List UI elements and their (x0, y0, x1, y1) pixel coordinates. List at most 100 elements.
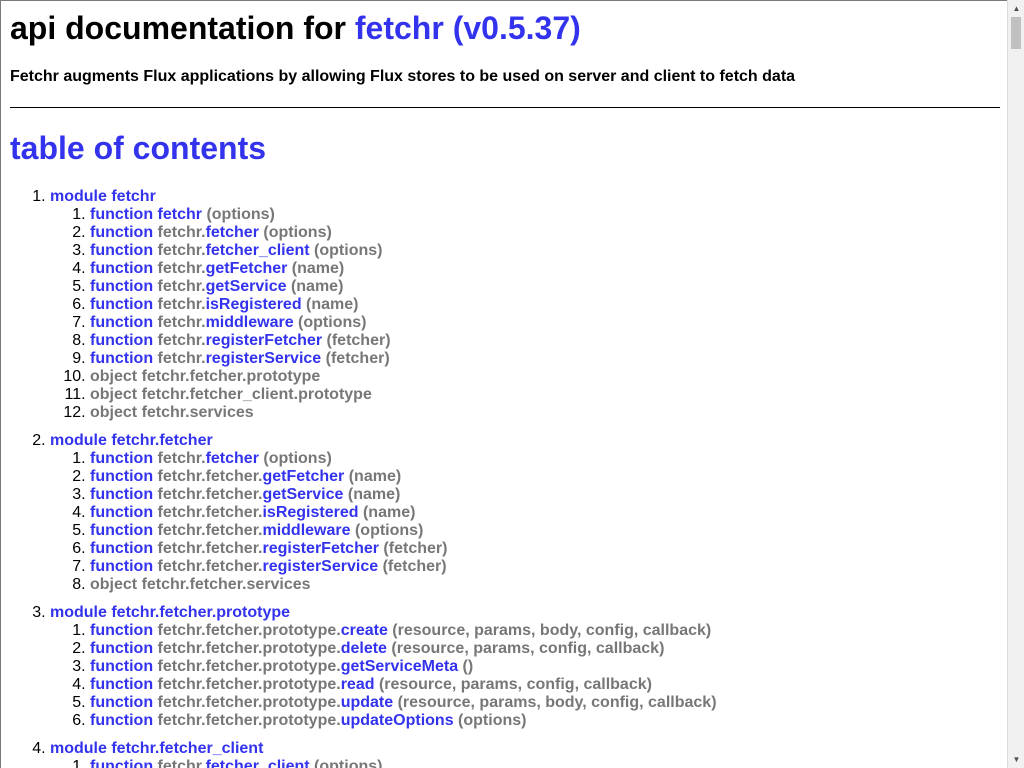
function-namespace: fetchr.fetcher.prototype. (157, 676, 341, 693)
function-signature: (resource, params, config, callback) (374, 676, 652, 693)
function-keyword: function (90, 504, 154, 521)
function-link[interactable]: function fetchr.registerService (fetcher… (90, 350, 390, 367)
function-name: registerFetcher (205, 332, 323, 349)
object-link[interactable]: object fetchr.fetcher.services (90, 576, 311, 593)
function-keyword: function (90, 758, 154, 768)
function-link[interactable]: function fetchr.registerFetcher (fetcher… (90, 332, 391, 349)
function-link[interactable]: function fetchr.fetcher.prototype.update… (90, 712, 526, 729)
function-signature: (fetcher) (378, 540, 448, 557)
function-namespace: fetchr.fetcher. (157, 522, 263, 539)
scroll-thumb[interactable] (1011, 17, 1021, 49)
toc-member-item: function fetchr.middleware (options) (90, 314, 1007, 332)
function-keyword: function (90, 296, 154, 313)
function-name: getFetcher (205, 260, 288, 277)
function-keyword: function (90, 640, 154, 657)
toc-member-item: function fetchr.fetcher_client (options) (90, 242, 1007, 260)
function-keyword: function (90, 540, 154, 557)
toc-member-item: function fetchr.fetcher.middleware (opti… (90, 522, 1007, 540)
function-link[interactable]: function fetchr.middleware (options) (90, 314, 366, 331)
function-link[interactable]: function fetchr (options) (90, 206, 275, 223)
function-name: read (340, 676, 375, 693)
function-keyword: function (90, 332, 154, 349)
function-link[interactable]: function fetchr.fetcher.middleware (opti… (90, 522, 423, 539)
toc-member-item: function fetchr.fetcher.prototype.create… (90, 622, 1007, 640)
function-namespace: fetchr.fetcher.prototype. (157, 658, 341, 675)
module-link[interactable]: module fetchr.fetcher (50, 432, 213, 449)
function-signature: (fetcher) (322, 332, 391, 349)
function-name: registerFetcher (262, 540, 379, 557)
function-keyword: function (90, 522, 154, 539)
function-name: create (340, 622, 388, 639)
function-link[interactable]: function fetchr.fetcher.prototype.delete… (90, 640, 664, 657)
module-link[interactable]: module fetchr.fetcher.prototype (50, 604, 290, 621)
toc-member-item: object fetchr.services (90, 404, 1007, 422)
function-link[interactable]: function fetchr.fetcher.prototype.update… (90, 694, 717, 711)
function-link[interactable]: function fetchr.fetcher.getService (name… (90, 486, 400, 503)
function-name: middleware (205, 314, 294, 331)
module-member-list: function fetchr.fetcher (options)functio… (50, 450, 1007, 594)
function-link[interactable]: function fetchr.fetcher.prototype.read (… (90, 676, 652, 693)
toc-member-item: function fetchr.fetcher.registerFetcher … (90, 540, 1007, 558)
function-link[interactable]: function fetchr.fetcher.prototype.create… (90, 622, 711, 639)
function-link[interactable]: function fetchr.fetcher_client (options) (90, 242, 382, 259)
function-name: getService (205, 278, 287, 295)
function-link[interactable]: function fetchr.getFetcher (name) (90, 260, 344, 277)
function-namespace: fetchr. (157, 278, 206, 295)
page-title: api documentation for fetchr (v0.5.37) (10, 9, 581, 47)
function-namespace: fetchr. (157, 314, 206, 331)
function-link[interactable]: function fetchr.fetcher.prototype.getSer… (90, 658, 473, 675)
toc-member-item: function fetchr.getFetcher (name) (90, 260, 1007, 278)
function-namespace: fetchr. (157, 450, 206, 467)
vertical-scrollbar[interactable]: ▲ ▼ (1007, 0, 1024, 768)
function-name: isRegistered (262, 504, 359, 521)
toc-member-item: function fetchr.fetcher.isRegistered (na… (90, 504, 1007, 522)
function-name: isRegistered (205, 296, 302, 313)
function-name: registerService (262, 558, 379, 575)
toc-member-item: function fetchr.fetcher_client (options) (90, 758, 1007, 768)
function-keyword: function (90, 676, 154, 693)
function-link[interactable]: function fetchr.getService (name) (90, 278, 343, 295)
function-signature: (name) (343, 486, 401, 503)
object-link[interactable]: object fetchr.fetcher.prototype (90, 368, 320, 385)
function-link[interactable]: function fetchr.fetcher (options) (90, 450, 332, 467)
function-signature: (name) (287, 260, 345, 277)
module-link[interactable]: module fetchr.fetcher_client (50, 740, 263, 757)
function-link[interactable]: function fetchr.fetcher.registerFetcher … (90, 540, 447, 557)
function-namespace: fetchr. (157, 260, 206, 277)
toc-member-item: object fetchr.fetcher_client.prototype (90, 386, 1007, 404)
scroll-down-icon[interactable]: ▼ (1008, 751, 1024, 768)
object-link[interactable]: object fetchr.fetcher_client.prototype (90, 386, 372, 403)
scroll-up-icon[interactable]: ▲ (1008, 0, 1024, 17)
module-link[interactable]: module fetchr (50, 188, 156, 205)
function-link[interactable]: function fetchr.fetcher.getFetcher (name… (90, 468, 401, 485)
function-keyword: function (90, 558, 154, 575)
toc-member-item: function fetchr.isRegistered (name) (90, 296, 1007, 314)
function-keyword: function (90, 206, 154, 223)
function-namespace: fetchr. (157, 758, 206, 768)
toc-member-item: function fetchr.fetcher.prototype.delete… (90, 640, 1007, 658)
function-name: delete (340, 640, 387, 657)
module-member-list: function fetchr (options)function fetchr… (50, 206, 1007, 422)
toc-member-item: function fetchr.fetcher.prototype.getSer… (90, 658, 1007, 676)
function-keyword: function (90, 622, 154, 639)
function-link[interactable]: function fetchr.fetcher (options) (90, 224, 332, 241)
function-link[interactable]: function fetchr.fetcher.isRegistered (na… (90, 504, 415, 521)
function-signature: (name) (344, 468, 402, 485)
function-namespace: fetchr. (157, 350, 206, 367)
toc-module-item: module fetchr.fetcher_clientfunction fet… (50, 740, 1007, 768)
function-link[interactable]: function fetchr.isRegistered (name) (90, 296, 359, 313)
toc-member-item: function fetchr.registerFetcher (fetcher… (90, 332, 1007, 350)
function-link[interactable]: function fetchr.fetcher.registerService … (90, 558, 447, 575)
toc-member-item: function fetchr.fetcher.getService (name… (90, 486, 1007, 504)
function-signature: (resource, params, config, callback) (386, 640, 665, 657)
function-name: middleware (262, 522, 351, 539)
title-package-link[interactable]: fetchr (v0.5.37) (355, 10, 581, 46)
function-namespace: fetchr. (157, 224, 206, 241)
function-name: getServiceMeta (340, 658, 459, 675)
function-link[interactable]: function fetchr.fetcher_client (options) (90, 758, 382, 768)
toc-member-item: function fetchr.fetcher.getFetcher (name… (90, 468, 1007, 486)
function-keyword: function (90, 694, 154, 711)
function-keyword: function (90, 242, 154, 259)
function-keyword: function (90, 712, 154, 729)
object-link[interactable]: object fetchr.services (90, 404, 254, 421)
